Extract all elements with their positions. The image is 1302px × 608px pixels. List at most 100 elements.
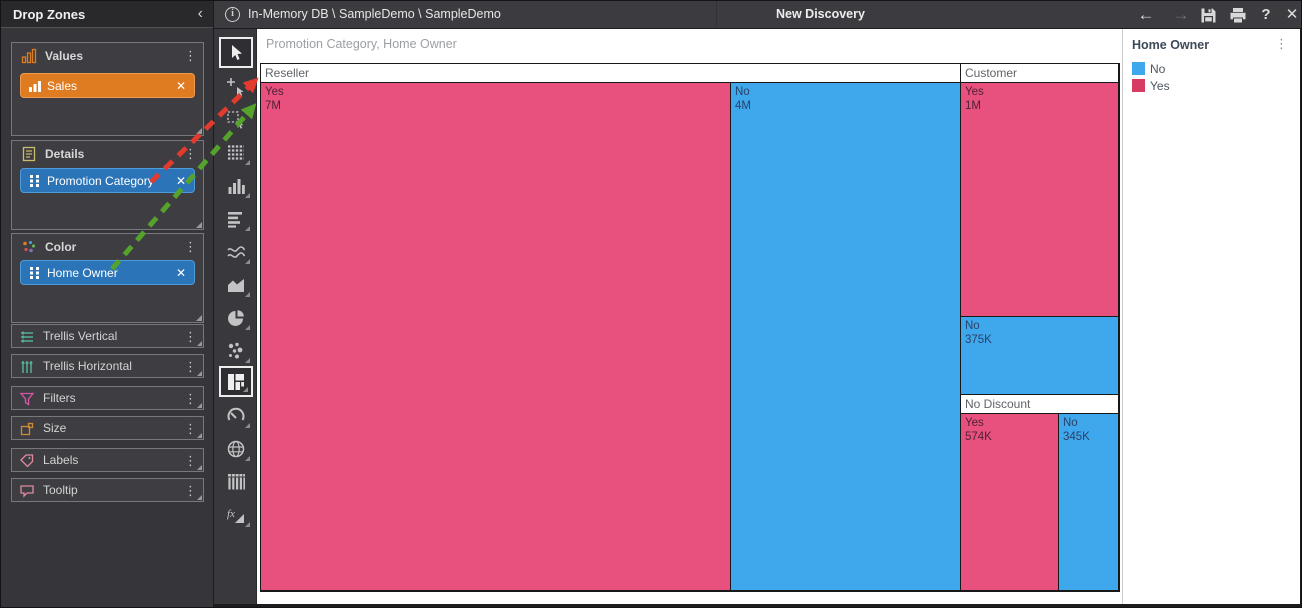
dropzone-color-label: Color: [45, 234, 76, 260]
filters-label: Filters: [43, 387, 76, 410]
legend-title: Home Owner: [1132, 38, 1209, 52]
tool-column-chart[interactable]: [219, 170, 253, 201]
tile-value-label: 574K: [965, 430, 1058, 444]
tool-area-chart[interactable]: [219, 269, 253, 300]
dropzone-size[interactable]: Size ⋮: [11, 416, 204, 440]
page-title: New Discovery: [776, 1, 865, 28]
pill-promotion-category[interactable]: Promotion Category ✕: [20, 168, 195, 193]
legend-swatch-yes: [1132, 79, 1145, 92]
size-icon: [19, 421, 35, 437]
dropzone-details-label: Details: [45, 141, 84, 167]
tool-formula[interactable]: fx: [219, 499, 253, 530]
labels-menu-icon[interactable]: ⋮: [184, 452, 197, 469]
legend-panel: Home Owner ⋮ No Yes: [1123, 29, 1300, 604]
grid-icon: [225, 142, 247, 164]
tool-mosaic-chart[interactable]: [219, 366, 253, 397]
tool-parallel-chart[interactable]: [219, 466, 253, 497]
pill-home-owner[interactable]: Home Owner ✕: [20, 260, 195, 285]
back-button[interactable]: ←: [1134, 1, 1158, 28]
dropzone-filters[interactable]: Filters ⋮: [11, 386, 204, 410]
report-canvas: Promotion Category, Home Owner Reseller …: [257, 29, 1300, 604]
tile-value-label: 7M: [265, 99, 730, 113]
close-button[interactable]: ✕: [1280, 1, 1302, 28]
tile-no-discount-yes[interactable]: Yes 574K: [961, 414, 1059, 591]
tile-reseller-no[interactable]: No 4M: [731, 83, 961, 591]
print-button[interactable]: [1226, 1, 1250, 28]
printer-icon: [1229, 7, 1247, 24]
collapse-panel-icon[interactable]: ‹: [198, 1, 203, 26]
bar-chart-icon: [225, 208, 247, 230]
color-menu-icon[interactable]: ⋮: [184, 238, 197, 255]
pill-sales[interactable]: Sales ✕: [20, 73, 195, 98]
fx-icon: fx: [225, 504, 247, 526]
filters-menu-icon[interactable]: ⋮: [184, 390, 197, 407]
remove-promotion-category-icon[interactable]: ✕: [176, 169, 186, 193]
tile-value-label: 345K: [1063, 430, 1118, 444]
top-bar: i In-Memory DB \ SampleDemo \ SampleDemo…: [214, 1, 1302, 29]
tooltip-bubble-icon: [19, 483, 35, 499]
labels-tag-icon: [19, 453, 35, 469]
area-chart-icon: [225, 274, 247, 296]
dropzone-values[interactable]: Values ⋮ Sales ✕: [11, 42, 204, 136]
save-button[interactable]: [1196, 1, 1220, 28]
tool-line-chart[interactable]: [219, 236, 253, 267]
scatter-chart-icon: [225, 340, 247, 362]
trellis-vertical-label: Trellis Vertical: [43, 325, 117, 348]
values-bars-icon: [21, 48, 37, 64]
dropzone-trellis-vertical[interactable]: Trellis Vertical ⋮: [11, 324, 204, 348]
dropzone-tooltip[interactable]: Tooltip ⋮: [11, 478, 204, 502]
tile-customer-yes[interactable]: Yes 1M: [961, 83, 1119, 317]
marquee-icon: [225, 109, 247, 131]
pill-sales-label: Sales: [47, 74, 77, 98]
dropzone-color[interactable]: Color ⋮ Home Owner ✕: [11, 233, 204, 323]
color-dots-icon: [21, 239, 37, 255]
tool-grid[interactable]: [219, 137, 253, 168]
breadcrumb: In-Memory DB \ SampleDemo \ SampleDemo: [248, 1, 501, 28]
window-bottom-edge: [214, 604, 1302, 608]
info-icon[interactable]: i: [225, 7, 240, 22]
remove-sales-icon[interactable]: ✕: [176, 74, 186, 98]
dropzone-labels[interactable]: Labels ⋮: [11, 448, 204, 472]
add-cursor-icon: [225, 76, 247, 98]
tooltip-menu-icon[interactable]: ⋮: [184, 482, 197, 499]
dropzone-color-header: Color ⋮: [12, 234, 203, 260]
remove-home-owner-icon[interactable]: ✕: [176, 261, 186, 285]
tile-series-label: Yes: [965, 85, 1118, 99]
tile-value-label: 375K: [965, 333, 1118, 347]
tool-gauge-chart[interactable]: [219, 400, 253, 431]
trellis-horizontal-icon: [19, 359, 35, 375]
dropzone-trellis-horizontal[interactable]: Trellis Horizontal ⋮: [11, 354, 204, 378]
tile-no-discount-no[interactable]: No 345K: [1059, 414, 1119, 591]
chart-title: Promotion Category, Home Owner: [266, 37, 457, 51]
dropzone-details[interactable]: Details ⋮ Promotion Category ✕: [11, 140, 204, 230]
details-document-icon: [21, 146, 37, 162]
tile-series-label: Yes: [265, 85, 730, 99]
tool-marquee-select[interactable]: [219, 104, 253, 135]
tool-bar-chart[interactable]: [219, 203, 253, 234]
tile-reseller-yes[interactable]: Yes 7M: [261, 83, 731, 591]
tool-pointer[interactable]: [219, 37, 253, 68]
tile-value-label: 1M: [965, 99, 1118, 113]
trellis-vertical-menu-icon[interactable]: ⋮: [184, 328, 197, 345]
values-menu-icon[interactable]: ⋮: [184, 47, 197, 64]
tool-add-point[interactable]: [219, 71, 253, 102]
mosaic-chart: Reseller Yes 7M No 4M Customer Yes 1M No…: [260, 63, 1120, 592]
legend-menu-icon[interactable]: ⋮: [1275, 36, 1288, 52]
size-menu-icon[interactable]: ⋮: [184, 420, 197, 437]
pointer-icon: [225, 42, 247, 64]
tool-pie-chart[interactable]: [219, 302, 253, 333]
tool-map-chart[interactable]: [219, 433, 253, 464]
tile-series-label: Yes: [965, 416, 1058, 430]
trellis-vertical-icon: [19, 329, 35, 345]
trellis-horizontal-menu-icon[interactable]: ⋮: [184, 358, 197, 375]
details-menu-icon[interactable]: ⋮: [184, 145, 197, 162]
tool-scatter-chart[interactable]: [219, 335, 253, 366]
dimension-grid-icon: [28, 174, 42, 188]
tile-customer-no[interactable]: No 375K: [961, 317, 1119, 395]
parallel-bars-icon: [225, 471, 247, 493]
save-floppy-icon: [1200, 7, 1217, 24]
help-button[interactable]: ?: [1254, 1, 1278, 28]
drop-zones-title: Drop Zones: [13, 7, 85, 22]
forward-button[interactable]: →: [1169, 1, 1193, 28]
svg-text:fx: fx: [227, 508, 235, 520]
